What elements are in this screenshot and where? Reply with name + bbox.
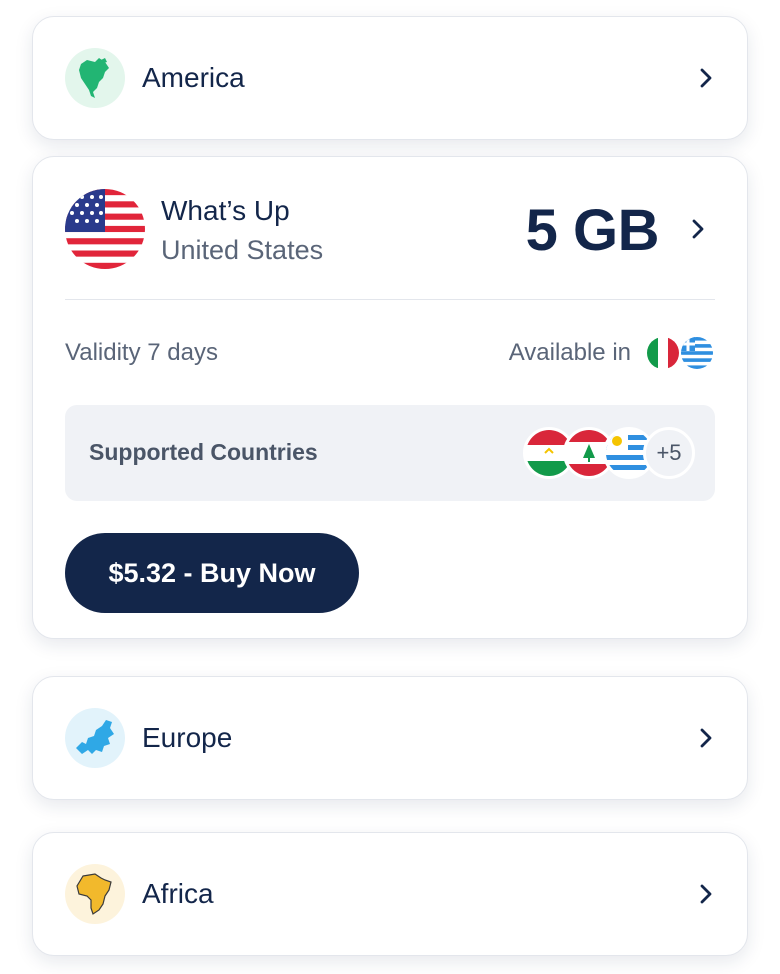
- available-in-label: Available in: [508, 339, 631, 366]
- plan-country: United States: [161, 235, 324, 265]
- more-countries-badge[interactable]: +5: [643, 427, 695, 479]
- region-label: Europe: [142, 722, 233, 753]
- supported-countries-label: Supported Countries: [89, 439, 318, 465]
- region-card-europe[interactable]: Europe: [32, 676, 748, 800]
- buy-now-button[interactable]: $5.32 - Buy Now: [65, 533, 359, 613]
- plan-validity: Validity 7 days: [65, 339, 218, 366]
- plan-data-amount: 5 GB: [525, 198, 660, 263]
- greece-flag-icon: [681, 337, 713, 369]
- region-card-america[interactable]: America: [32, 16, 748, 140]
- supported-flags: +5: [523, 427, 695, 479]
- chevron-right-icon: [697, 727, 715, 749]
- region-label: America: [142, 62, 245, 93]
- chevron-right-icon: [697, 883, 715, 905]
- region-label: Africa: [142, 878, 214, 909]
- plan-card: What’s Up United States 5 GB Validity 7 …: [32, 156, 748, 639]
- available-flags: [647, 337, 713, 369]
- chevron-right-icon: [697, 67, 715, 89]
- europe-map-icon: [65, 708, 125, 768]
- italy-flag-icon: [647, 337, 679, 369]
- supported-countries-panel[interactable]: Supported Countries +5: [65, 405, 715, 501]
- north-america-map-icon: [65, 48, 125, 108]
- chevron-right-icon[interactable]: [689, 218, 707, 240]
- plan-header[interactable]: What’s Up United States 5 GB: [65, 189, 715, 269]
- africa-map-icon: [65, 864, 125, 924]
- us-flag-icon: [65, 189, 145, 269]
- plan-name: What’s Up: [161, 195, 290, 226]
- divider: [65, 299, 715, 300]
- region-card-africa[interactable]: Africa: [32, 832, 748, 956]
